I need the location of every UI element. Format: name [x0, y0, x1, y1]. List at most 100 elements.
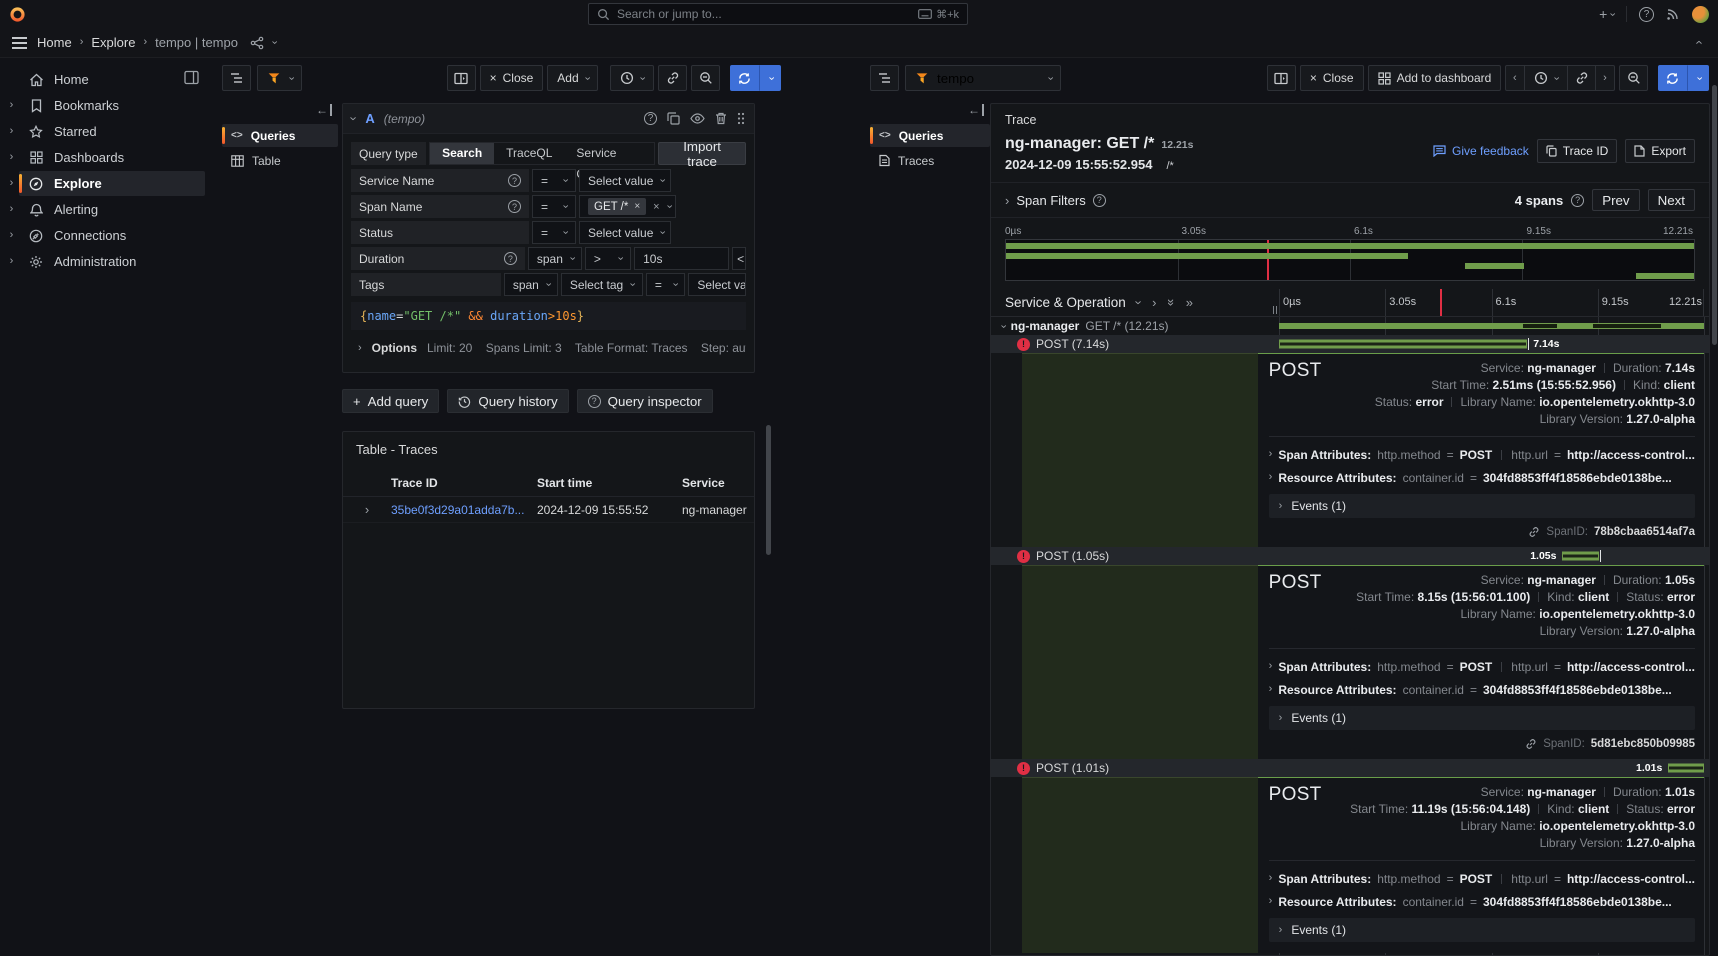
close-pane-button[interactable]: Close	[480, 65, 544, 91]
expand-row-icon[interactable]	[365, 503, 369, 516]
query-editor-header[interactable]: A (tempo)	[343, 104, 754, 134]
chevron-right-icon[interactable]	[4, 152, 19, 163]
span-bar[interactable]	[1668, 764, 1704, 773]
chevron-right-icon[interactable]	[4, 230, 19, 241]
chevron-right-icon[interactable]	[1005, 194, 1009, 207]
tags-scope-select[interactable]: span	[504, 273, 558, 296]
share-icon[interactable]	[250, 36, 264, 50]
query-help-icon[interactable]	[644, 112, 657, 125]
outline-toggle-button[interactable]	[870, 65, 899, 91]
info-icon[interactable]	[504, 252, 517, 265]
span-attributes-row[interactable]: Span Attributes: http.method=POST http.u…	[1269, 655, 1695, 678]
run-query-button[interactable]	[730, 65, 759, 91]
span-bar[interactable]	[1279, 323, 1704, 329]
tab-service-graph[interactable]: Service Graph	[564, 143, 654, 164]
close-pane-button[interactable]: Close	[1300, 65, 1364, 91]
col-trace-id[interactable]: Trace ID	[391, 476, 537, 490]
info-icon[interactable]	[508, 174, 521, 187]
info-icon[interactable]	[508, 200, 521, 213]
run-query-button[interactable]	[1658, 65, 1687, 91]
next-span-button[interactable]: Next	[1648, 189, 1695, 211]
chevron-right-icon[interactable]	[4, 100, 19, 111]
status-operator-select[interactable]: =	[532, 221, 576, 244]
time-range-button[interactable]	[1524, 65, 1568, 91]
service-name-value-select[interactable]: Select value	[579, 169, 671, 192]
sidebar-item-administration[interactable]: Administration	[0, 249, 208, 274]
breadcrumb-explore[interactable]: Explore	[91, 35, 135, 50]
resource-attributes-row[interactable]: Resource Attributes: container.id=304fd8…	[1269, 466, 1695, 489]
sidebar-item-alerting[interactable]: Alerting	[0, 197, 208, 222]
expand-all-icon[interactable]	[1186, 296, 1193, 309]
query-inspector-button[interactable]: Query inspector	[577, 389, 713, 413]
span-name-operator-select[interactable]: =	[532, 195, 576, 218]
duration-operator-select[interactable]: >	[585, 247, 631, 270]
col-service[interactable]: Service	[682, 476, 754, 490]
table-row[interactable]: 35be0f3d29a01adda7b... 2024-12-09 15:55:…	[343, 497, 754, 523]
add-button[interactable]: Add	[547, 65, 598, 91]
trace-id-link[interactable]: 35be0f3d29a01adda7b...	[391, 503, 537, 517]
hide-query-icon[interactable]	[690, 113, 705, 124]
sidebar-item-home[interactable]: Home	[0, 67, 208, 92]
import-trace-button[interactable]: Import trace	[658, 142, 746, 165]
trace-id-button[interactable]: Trace ID	[1537, 139, 1618, 163]
collapse-panel-icon[interactable]	[1691, 40, 1704, 44]
split-pane-button[interactable]	[1267, 65, 1296, 91]
info-icon[interactable]	[1571, 194, 1584, 207]
give-feedback-link[interactable]: Give feedback	[1433, 144, 1529, 158]
duplicate-query-icon[interactable]	[667, 112, 680, 125]
span-bar[interactable]	[1279, 340, 1527, 349]
duration-max-operator-select[interactable]: <	[732, 247, 746, 270]
info-icon[interactable]	[1093, 194, 1106, 207]
time-shift-back-button[interactable]	[1505, 65, 1525, 91]
datasource-picker[interactable]	[257, 65, 302, 91]
service-name-operator-select[interactable]: =	[532, 169, 576, 192]
run-query-interval-button[interactable]	[1687, 65, 1709, 91]
sidebar-item-dashboards[interactable]: Dashboards	[0, 145, 208, 170]
chevron-right-icon[interactable]	[4, 126, 19, 137]
sidebar-item-connections[interactable]: Connections	[0, 223, 208, 248]
col-start-time[interactable]: Start time	[537, 476, 682, 490]
tags-operator-select[interactable]: =	[646, 273, 685, 296]
chevron-down-icon[interactable]	[268, 41, 279, 45]
span-row-post-2[interactable]: POST (1.05s) 1.05s	[991, 547, 1709, 565]
events-row[interactable]: Events (1)	[1269, 494, 1695, 518]
help-icon[interactable]	[1639, 7, 1654, 22]
resource-attributes-row[interactable]: Resource Attributes: container.id=304fd8…	[1269, 678, 1695, 701]
chevron-down-icon[interactable]	[348, 116, 361, 120]
span-filters-title[interactable]: Span Filters	[1016, 193, 1085, 208]
collapse-rail-button[interactable]	[222, 102, 338, 124]
time-shift-forward-button[interactable]	[1595, 65, 1615, 91]
resource-attributes-row[interactable]: Resource Attributes: container.id=304fd8…	[1269, 890, 1695, 913]
add-to-dashboard-button[interactable]: Add to dashboard	[1368, 65, 1502, 91]
tab-traceql[interactable]: TraceQL	[494, 143, 564, 164]
options-summary[interactable]: Options Limit: 20 Spans Limit: 3 Table F…	[351, 336, 746, 364]
tab-search[interactable]: Search	[430, 143, 494, 164]
collapse-all-icon[interactable]	[1165, 299, 1178, 306]
link-icon[interactable]	[1525, 738, 1537, 750]
add-query-button[interactable]: Add query	[342, 389, 439, 413]
avatar[interactable]	[1692, 6, 1709, 23]
events-row[interactable]: Events (1)	[1269, 918, 1695, 942]
chevron-down-icon[interactable]	[997, 324, 1008, 328]
new-button[interactable]	[1599, 6, 1614, 22]
prev-span-button[interactable]: Prev	[1592, 189, 1639, 211]
link-icon[interactable]	[1528, 526, 1540, 538]
span-name-chip[interactable]: GET /*	[588, 198, 646, 215]
rail-item-traces[interactable]: Traces	[870, 149, 990, 172]
permalink-button[interactable]	[1567, 65, 1596, 91]
rail-item-queries[interactable]: <> Queries	[222, 124, 338, 147]
span-row-root[interactable]: ng-manager GET /* (12.21s)	[991, 317, 1709, 335]
remove-chip-icon[interactable]	[634, 201, 640, 212]
collapse-one-icon[interactable]	[1132, 300, 1145, 304]
span-attributes-row[interactable]: Span Attributes: http.method=POST http.u…	[1269, 443, 1695, 466]
run-query-interval-button[interactable]	[759, 65, 781, 91]
minimap-chart[interactable]	[1005, 239, 1695, 281]
tags-key-select[interactable]: Select tag	[561, 273, 643, 296]
span-attributes-row[interactable]: Span Attributes: http.method=POST http.u…	[1269, 867, 1695, 890]
split-pane-button[interactable]	[447, 65, 476, 91]
grafana-logo-icon[interactable]	[9, 6, 26, 23]
events-row[interactable]: Events (1)	[1269, 706, 1695, 730]
chevron-right-icon[interactable]	[4, 204, 19, 215]
window-scrollbar[interactable]	[1712, 85, 1717, 345]
span-row-post-1[interactable]: POST (7.14s) 7.14s	[991, 335, 1709, 353]
